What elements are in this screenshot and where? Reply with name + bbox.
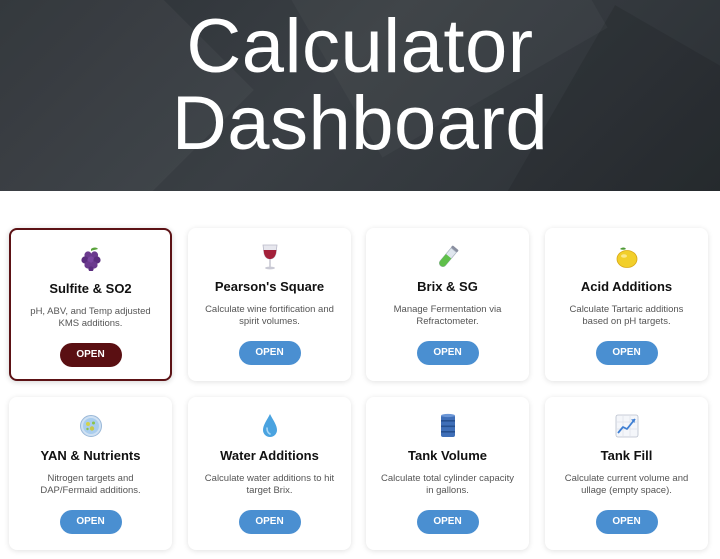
barrel-icon	[366, 412, 529, 440]
card-description: Calculate water additions to hit target …	[204, 473, 335, 496]
card-title: Acid Additions	[580, 279, 673, 294]
card-title: Sulfite & SO2	[49, 281, 132, 296]
open-pearsons-button[interactable]: OPEN	[238, 341, 301, 365]
card-water-additions: Water Additions Calculate water addition…	[188, 397, 351, 550]
open-tank-volume-button[interactable]: OPEN	[416, 510, 479, 534]
wine-glass-icon	[188, 243, 351, 271]
card-brix-sg: Brix & SG Manage Fermentation via Refrac…	[366, 228, 529, 381]
petri-dish-icon	[9, 412, 172, 440]
open-yan-button[interactable]: OPEN	[59, 510, 122, 534]
page-title-line1: Calculator	[186, 4, 534, 89]
open-acid-button[interactable]: OPEN	[595, 341, 658, 365]
open-tank-fill-button[interactable]: OPEN	[595, 510, 658, 534]
card-yan-nutrients: YAN & Nutrients Nitrogen targets and DAP…	[9, 397, 172, 550]
card-acid-additions: Acid Additions Calculate Tartaric additi…	[545, 228, 708, 381]
card-description: Nitrogen targets and DAP/Fermaid additio…	[40, 473, 141, 496]
test-tube-icon	[366, 243, 529, 271]
hero-header: Calculator Dashboard	[0, 0, 720, 191]
card-description: Calculate wine fortification and spirit …	[205, 304, 334, 327]
page-title-line2: Dashboard	[171, 81, 549, 166]
card-description: pH, ABV, and Temp adjusted KMS additions…	[30, 306, 151, 329]
open-brix-button[interactable]: OPEN	[416, 341, 479, 365]
card-title: Water Additions	[220, 448, 319, 463]
card-title: Pearson's Square	[214, 279, 325, 294]
chart-increasing-icon	[545, 412, 708, 440]
open-sulfite-button[interactable]: OPEN	[59, 343, 122, 367]
card-sulfite-so2: Sulfite & SO2 pH, ABV, and Temp adjusted…	[9, 228, 172, 381]
grapes-icon	[11, 245, 170, 273]
card-description: Calculate total cylinder capacity in gal…	[380, 473, 515, 496]
page-title: Calculator Dashboard	[0, 8, 720, 162]
droplet-icon	[188, 412, 351, 440]
card-description: Calculate Tartaric additions based on pH…	[569, 304, 684, 327]
lemon-icon	[545, 243, 708, 271]
card-title: Tank Fill	[600, 448, 653, 463]
card-title: Brix & SG	[417, 279, 478, 294]
card-tank-fill: Tank Fill Calculate current volume and u…	[545, 397, 708, 550]
card-pearsons-square: Pearson's Square Calculate wine fortific…	[188, 228, 351, 381]
open-water-button[interactable]: OPEN	[238, 510, 301, 534]
card-title: YAN & Nutrients	[40, 448, 141, 463]
card-description: Calculate current volume and ullage (emp…	[564, 473, 689, 496]
card-title: Tank Volume	[408, 448, 487, 463]
card-tank-volume: Tank Volume Calculate total cylinder cap…	[366, 397, 529, 550]
card-description: Manage Fermentation via Refractometer.	[393, 304, 502, 327]
